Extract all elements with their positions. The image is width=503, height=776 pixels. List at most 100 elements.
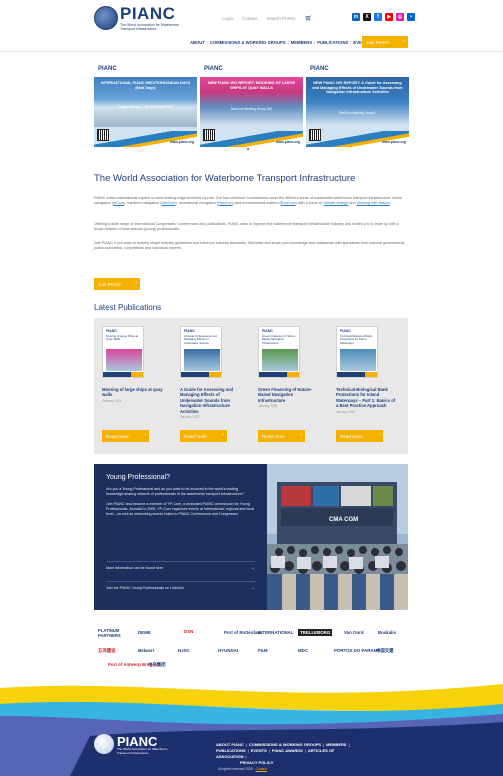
slide-title: NEW PIANC WG REPORT: MOORING OF LARGE SH… <box>207 81 296 90</box>
mdc-logo[interactable]: MDC <box>298 648 308 653</box>
carousel-dot-active[interactable] <box>247 148 249 150</box>
youtube-icon[interactable]: ▶ <box>385 13 393 21</box>
group-photo-image: CMA CGM <box>267 464 408 610</box>
publication-title[interactable]: Mooring of large ships at quay walls <box>102 387 164 398</box>
publication-cover[interactable]: PIANC Mooring of Large Ships at Quay Wall… <box>102 326 144 378</box>
partner-name: F&M <box>258 648 268 653</box>
publication-cover[interactable]: PIANC Green Financing of Nature-Based Nav… <box>258 326 300 378</box>
deme-logo[interactable]: DEME <box>138 630 151 635</box>
cover-logo: PIANC <box>106 329 117 333</box>
facebook-icon[interactable]: f <box>374 13 382 21</box>
cart-icon[interactable]: 🛒︎ <box>305 15 313 22</box>
intro-text: ) with a focus on <box>295 201 324 206</box>
read-more-button[interactable]: Read more › <box>258 430 305 442</box>
footer-link-publications[interactable]: PUBLICATIONS <box>216 748 246 753</box>
yp-group-photo: CMA CGM <box>267 464 408 610</box>
pianc-logo[interactable]: PIANC The World Association for Waterbor… <box>94 4 184 34</box>
cover-logo: PIANC <box>262 329 273 333</box>
footer-link-events[interactable]: EVENTS <box>251 748 267 753</box>
contact-link[interactable]: Contact <box>242 16 258 21</box>
climate-change-link[interactable]: climate change <box>324 201 349 205</box>
footer-link-about[interactable]: ABOUT PIANC <box>216 742 244 747</box>
port-of-rotterdam-logo[interactable]: Port of Rotterdam <box>224 630 261 635</box>
carousel-dots <box>247 148 249 150</box>
hjsc-logo[interactable]: HJSC <box>178 648 190 653</box>
dsn-logo[interactable]: DSN <box>184 629 193 634</box>
nav-members[interactable]: MEMBERS <box>291 40 312 45</box>
intro-text: ), maritime navigation ( <box>123 201 162 206</box>
qr-code-icon <box>203 129 215 141</box>
international-logo[interactable]: INTERNATIONAL <box>258 630 294 635</box>
reccom-link[interactable]: RecCom <box>218 201 232 205</box>
partner-name: DEME <box>138 630 151 635</box>
marcom-link[interactable]: MarCom <box>161 201 175 205</box>
footer-link-commissions[interactable]: COMMISSIONS & WORKING GROUPS <box>249 742 321 747</box>
linkedin-icon[interactable]: in <box>352 13 360 21</box>
publication-card[interactable]: PIANC A Guide for Assessing and Managing … <box>176 326 240 419</box>
read-more-button[interactable]: Read more › <box>102 430 149 442</box>
partner-name: Boskalis <box>378 630 397 635</box>
flickr-icon[interactable]: • <box>407 13 415 21</box>
globe-icon <box>94 6 118 30</box>
copyright-contact-link[interactable]: Contact <box>256 767 267 771</box>
cover-footer-band <box>181 372 221 377</box>
nav-about[interactable]: ABOUT <box>190 40 205 45</box>
ccc-logo[interactable]: 中交集团 <box>148 662 166 668</box>
footer-separator: | <box>247 748 249 753</box>
bekaert-logo[interactable]: Bekaert <box>138 648 154 653</box>
slide-subtitle: EnviCom Working Group 2 <box>338 111 377 115</box>
incom-link[interactable]: InCom <box>113 201 124 205</box>
instagram-icon[interactable]: ◎ <box>396 13 404 21</box>
search-link[interactable]: Search PIANC <box>267 16 296 21</box>
slide-title: INTERNATIONAL PIANC MEDITERRANEAN DAYS (… <box>100 81 191 90</box>
boskalis-logo[interactable]: Boskalis <box>378 630 396 635</box>
carousel-slide[interactable]: PIANC NEW PIANC WG REPORT: A Guide for A… <box>306 63 409 147</box>
partner-name: HYUNDAI <box>218 648 239 653</box>
nav-publications[interactable]: PUBLICATIONS <box>317 40 348 45</box>
slide-subtitle: Tanger, Morocco – 29-30 October 2025 <box>117 105 174 109</box>
trelleborg-logo[interactable]: TRELLEBORG <box>298 629 333 636</box>
carousel-slide[interactable]: PIANC INTERNATIONAL PIANC MEDITERRANEAN … <box>94 63 197 147</box>
footer-separator: | <box>245 742 247 747</box>
publication-card[interactable]: PIANC Green Financing of Nature-Based Nav… <box>254 326 318 408</box>
publication-card[interactable]: PIANC Mooring of Large Ships at Quay Wall… <box>98 326 164 403</box>
publication-title[interactable]: A Guide for Assessing and Managing Effec… <box>180 387 242 414</box>
yp-linkedin-link[interactable]: Join the PIANC Young Professionals on Li… <box>106 581 255 591</box>
footer-link-members[interactable]: MEMBERS <box>326 742 346 747</box>
publication-card[interactable]: PIANC Technical-Biological Bank Protectio… <box>332 326 396 414</box>
fm-logo[interactable]: F&M <box>258 648 268 653</box>
join-pianc-button[interactable]: Join PIANC › <box>94 278 140 290</box>
publication-cover[interactable]: PIANC Technical-Biological Bank Protectio… <box>336 326 378 378</box>
join-pianc-header-button[interactable]: Join PIANC › <box>362 36 408 48</box>
publication-title[interactable]: Green Financing of Nature-Based Navigati… <box>258 387 320 403</box>
x-icon[interactable]: X <box>363 13 371 21</box>
van-oord-logo[interactable]: Van Oord <box>344 630 364 635</box>
working-with-nature-link[interactable]: Working with Nature <box>357 201 390 205</box>
login-link[interactable]: Login <box>222 16 233 21</box>
nav-commissions[interactable]: COMMISSIONS & WORKING GROUPS <box>210 40 286 45</box>
wuhan-logo[interactable]: 五洋建设 <box>98 648 116 654</box>
footer-link-privacy[interactable]: PRIVACY POLICY <box>240 760 273 765</box>
cccc-logo[interactable]: 中国交建 <box>376 648 394 654</box>
publication-cover[interactable]: PIANC A Guide for Assessing and Managing … <box>180 326 222 378</box>
publication-title[interactable]: Technical-Biological Bank Protections fo… <box>336 387 398 409</box>
carousel-slide[interactable]: PIANC NEW PIANC WG REPORT: MOORING OF LA… <box>200 63 303 147</box>
read-more-button[interactable]: Read more › <box>180 430 227 442</box>
hero-carousel[interactable]: PIANC INTERNATIONAL PIANC MEDITERRANEAN … <box>94 63 409 147</box>
yp-more-info-link[interactable]: More information can be found here → <box>106 561 255 571</box>
slide-logo: PIANC <box>204 66 223 72</box>
cover-title: Technical-Biological Bank Protections fo… <box>340 334 372 345</box>
chevron-right-icon: › <box>403 38 405 44</box>
slide-wave <box>306 131 409 147</box>
footer-logo[interactable]: PIANC The World Association for Waterbor… <box>94 734 174 756</box>
envicom-link[interactable]: EnviCom <box>281 201 296 205</box>
yp-link-label: Join the PIANC Young Professionals on Li… <box>106 586 184 590</box>
footer-link-awards[interactable]: PIANC AWARDS <box>272 748 303 753</box>
footer-separator: | <box>348 742 350 747</box>
read-more-button[interactable]: Read more › <box>336 430 383 442</box>
hyundai-logo[interactable]: HYUNDAI <box>218 648 238 653</box>
portos-do-parana-logo[interactable]: PORTOS DO PARANÁ <box>334 648 380 653</box>
chevron-right-icon: › <box>300 432 302 438</box>
cover-image <box>106 349 142 371</box>
page-title: The World Association for Waterborne Tra… <box>94 173 356 184</box>
